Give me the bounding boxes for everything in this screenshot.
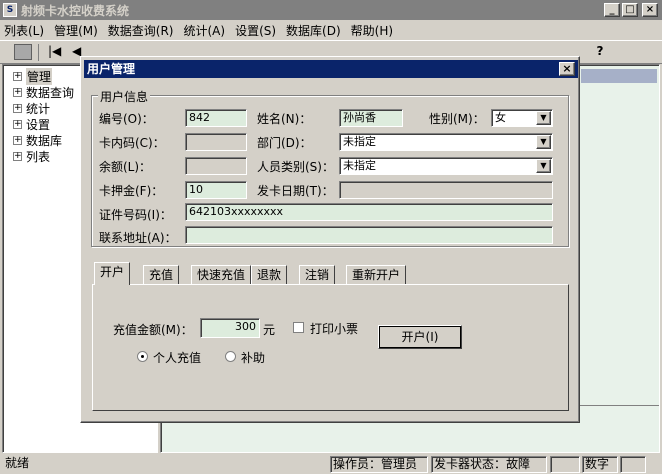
help-icon[interactable]: ? <box>590 44 610 62</box>
first-record-icon[interactable]: |◀ <box>48 44 61 58</box>
amount-field[interactable]: 300 <box>200 318 260 338</box>
status-bar: 就绪 操作员：管理员 发卡器状态：故障 数字 <box>0 455 662 474</box>
status-operator: 操作员：管理员 <box>330 456 428 473</box>
menu-bar: 列表(L) 管理(M) 数据查询(R) 统计(A) 设置(S) 数据库(D) 帮… <box>0 20 662 40</box>
print-receipt-checkbox[interactable] <box>293 322 304 333</box>
card-code-field <box>185 133 247 151</box>
dept-select[interactable]: 未指定 ▼ <box>339 133 553 151</box>
amount-label: 充值金额(M)： <box>113 323 193 337</box>
deposit-label: 卡押金(F)： <box>99 184 164 198</box>
tree-item-manage[interactable]: + 管理 <box>13 67 53 85</box>
id-label: 编号(O)： <box>99 112 154 126</box>
chevron-down-icon[interactable]: ▼ <box>536 159 551 173</box>
user-info-group-title: 用户信息 <box>98 88 151 105</box>
menu-stats[interactable]: 统计(A) <box>183 22 225 39</box>
tab-panel-open-account: 充值金额(M)： 300 元 打印小票 开户(I) 个人充值 补助 <box>92 284 569 411</box>
status-cell-blank <box>550 456 580 473</box>
dept-label: 部门(D)： <box>257 136 312 150</box>
dialog-close-button[interactable]: × <box>559 62 575 76</box>
menu-list[interactable]: 列表(L) <box>4 22 44 39</box>
tab-reopen[interactable]: 重新开户 <box>346 265 407 285</box>
id-number-label: 证件号码(I)： <box>99 208 172 222</box>
menu-query[interactable]: 数据查询(R) <box>108 22 174 39</box>
dialog-titlebar: 用户管理 × <box>84 60 578 78</box>
deposit-field[interactable]: 10 <box>185 181 247 199</box>
dept-value: 未指定 <box>343 135 376 148</box>
expand-icon[interactable]: + <box>13 87 22 97</box>
radio-subsidy-label: 补助 <box>241 351 266 365</box>
expand-icon[interactable]: + <box>13 103 22 113</box>
tab-open-account[interactable]: 开户 <box>94 262 131 285</box>
status-cell-blank2 <box>620 456 646 473</box>
address-label: 联系地址(A)： <box>99 231 177 245</box>
user-management-dialog: 用户管理 × 用户信息 编号(O)： 842 姓名(N)： 孙尚香 性别(M)：… <box>80 56 580 423</box>
name-label: 姓名(N)： <box>257 112 312 126</box>
issue-date-field <box>339 181 553 199</box>
maximize-button[interactable]: □ <box>622 3 638 17</box>
chevron-down-icon[interactable]: ▼ <box>536 111 551 125</box>
tree-item-stats[interactable]: + 统计 <box>13 100 50 116</box>
expand-icon[interactable]: + <box>13 71 22 81</box>
open-account-button[interactable]: 开户(I) <box>378 325 462 349</box>
radio-personal-label: 个人充值 <box>153 351 202 365</box>
dialog-title: 用户管理 <box>87 62 136 76</box>
menu-help[interactable]: 帮助(H) <box>351 22 393 39</box>
printer-icon[interactable] <box>14 44 32 60</box>
expand-icon[interactable]: + <box>13 119 22 129</box>
minimize-button[interactable]: _ <box>604 3 620 17</box>
radio-personal[interactable] <box>137 351 148 362</box>
tree-item-query[interactable]: + 数据查询 <box>13 84 74 100</box>
address-field[interactable] <box>185 226 553 244</box>
tree-item-list[interactable]: + 列表 <box>13 148 50 164</box>
menu-settings[interactable]: 设置(S) <box>235 22 276 39</box>
gender-select[interactable]: 女 ▼ <box>491 109 553 127</box>
menu-manage[interactable]: 管理(M) <box>54 22 98 39</box>
chevron-down-icon[interactable]: ▼ <box>536 135 551 149</box>
toolbar-divider <box>38 44 39 61</box>
gender-label: 性别(M)： <box>429 112 485 126</box>
issue-date-label: 发卡日期(T)： <box>257 184 334 198</box>
status-num: 数字 <box>582 456 618 473</box>
user-type-label: 人员类别(S)： <box>257 160 334 174</box>
user-type-select[interactable]: 未指定 ▼ <box>339 157 553 175</box>
expand-icon[interactable]: + <box>13 151 22 161</box>
app-icon: S <box>3 3 17 17</box>
status-ready: 就绪 <box>5 456 30 470</box>
status-card-reader: 发卡器状态：故障 <box>431 456 547 473</box>
tab-refund[interactable]: 退款 <box>251 265 288 285</box>
print-receipt-label: 打印小票 <box>310 322 359 336</box>
tree-item-settings[interactable]: + 设置 <box>13 116 50 132</box>
app-title: 射频卡水控收费系统 <box>21 3 130 18</box>
card-code-label: 卡内码(C)： <box>99 136 165 150</box>
close-button[interactable]: × <box>642 3 658 17</box>
tab-cancel[interactable]: 注销 <box>299 265 336 285</box>
menu-database[interactable]: 数据库(D) <box>286 22 341 39</box>
amount-unit: 元 <box>263 323 276 337</box>
id-number-field[interactable]: 642103xxxxxxxx <box>185 203 553 221</box>
expand-icon[interactable]: + <box>13 135 22 145</box>
grid-header <box>581 69 657 83</box>
balance-label: 余额(L)： <box>99 160 152 174</box>
user-type-value: 未指定 <box>343 159 376 172</box>
tree-item-database[interactable]: + 数据库 <box>13 132 62 148</box>
name-field[interactable]: 孙尚香 <box>339 109 403 127</box>
id-field[interactable]: 842 <box>185 109 247 127</box>
radio-subsidy[interactable] <box>225 351 236 362</box>
tab-quick-recharge[interactable]: 快速充值 <box>191 265 252 285</box>
balance-field <box>185 157 247 175</box>
gender-value: 女 <box>495 111 506 124</box>
app-titlebar: S 射频卡水控收费系统 _ □ × <box>0 0 662 20</box>
tab-recharge[interactable]: 充值 <box>143 265 180 285</box>
